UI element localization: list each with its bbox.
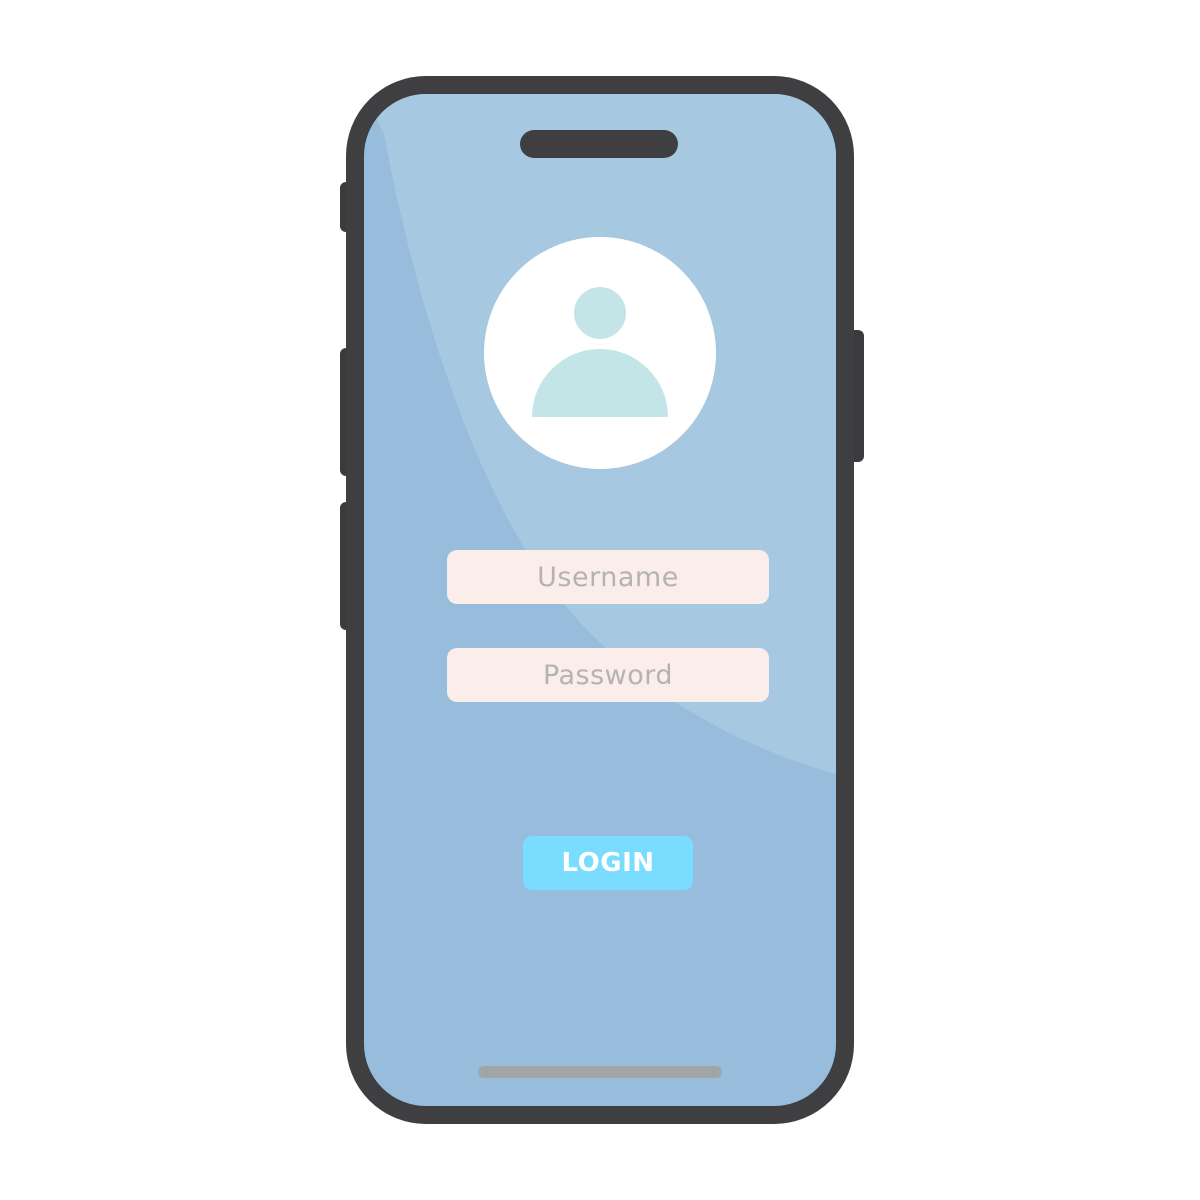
password-placeholder: Password — [542, 659, 674, 691]
speaker-notch — [520, 130, 678, 158]
page: Username Password LOGIN — [0, 0, 1200, 1200]
user-avatar-icon — [484, 237, 716, 469]
username-placeholder: Username — [537, 561, 679, 593]
avatar-head — [574, 287, 626, 339]
phone-frame: Username Password LOGIN — [346, 76, 854, 1124]
avatar-shoulders — [532, 349, 668, 417]
login-button[interactable]: LOGIN — [523, 836, 693, 890]
username-field[interactable]: Username — [447, 550, 769, 604]
password-field[interactable]: Password — [447, 648, 769, 702]
home-indicator[interactable] — [478, 1066, 722, 1078]
login-button-label: LOGIN — [561, 848, 655, 878]
